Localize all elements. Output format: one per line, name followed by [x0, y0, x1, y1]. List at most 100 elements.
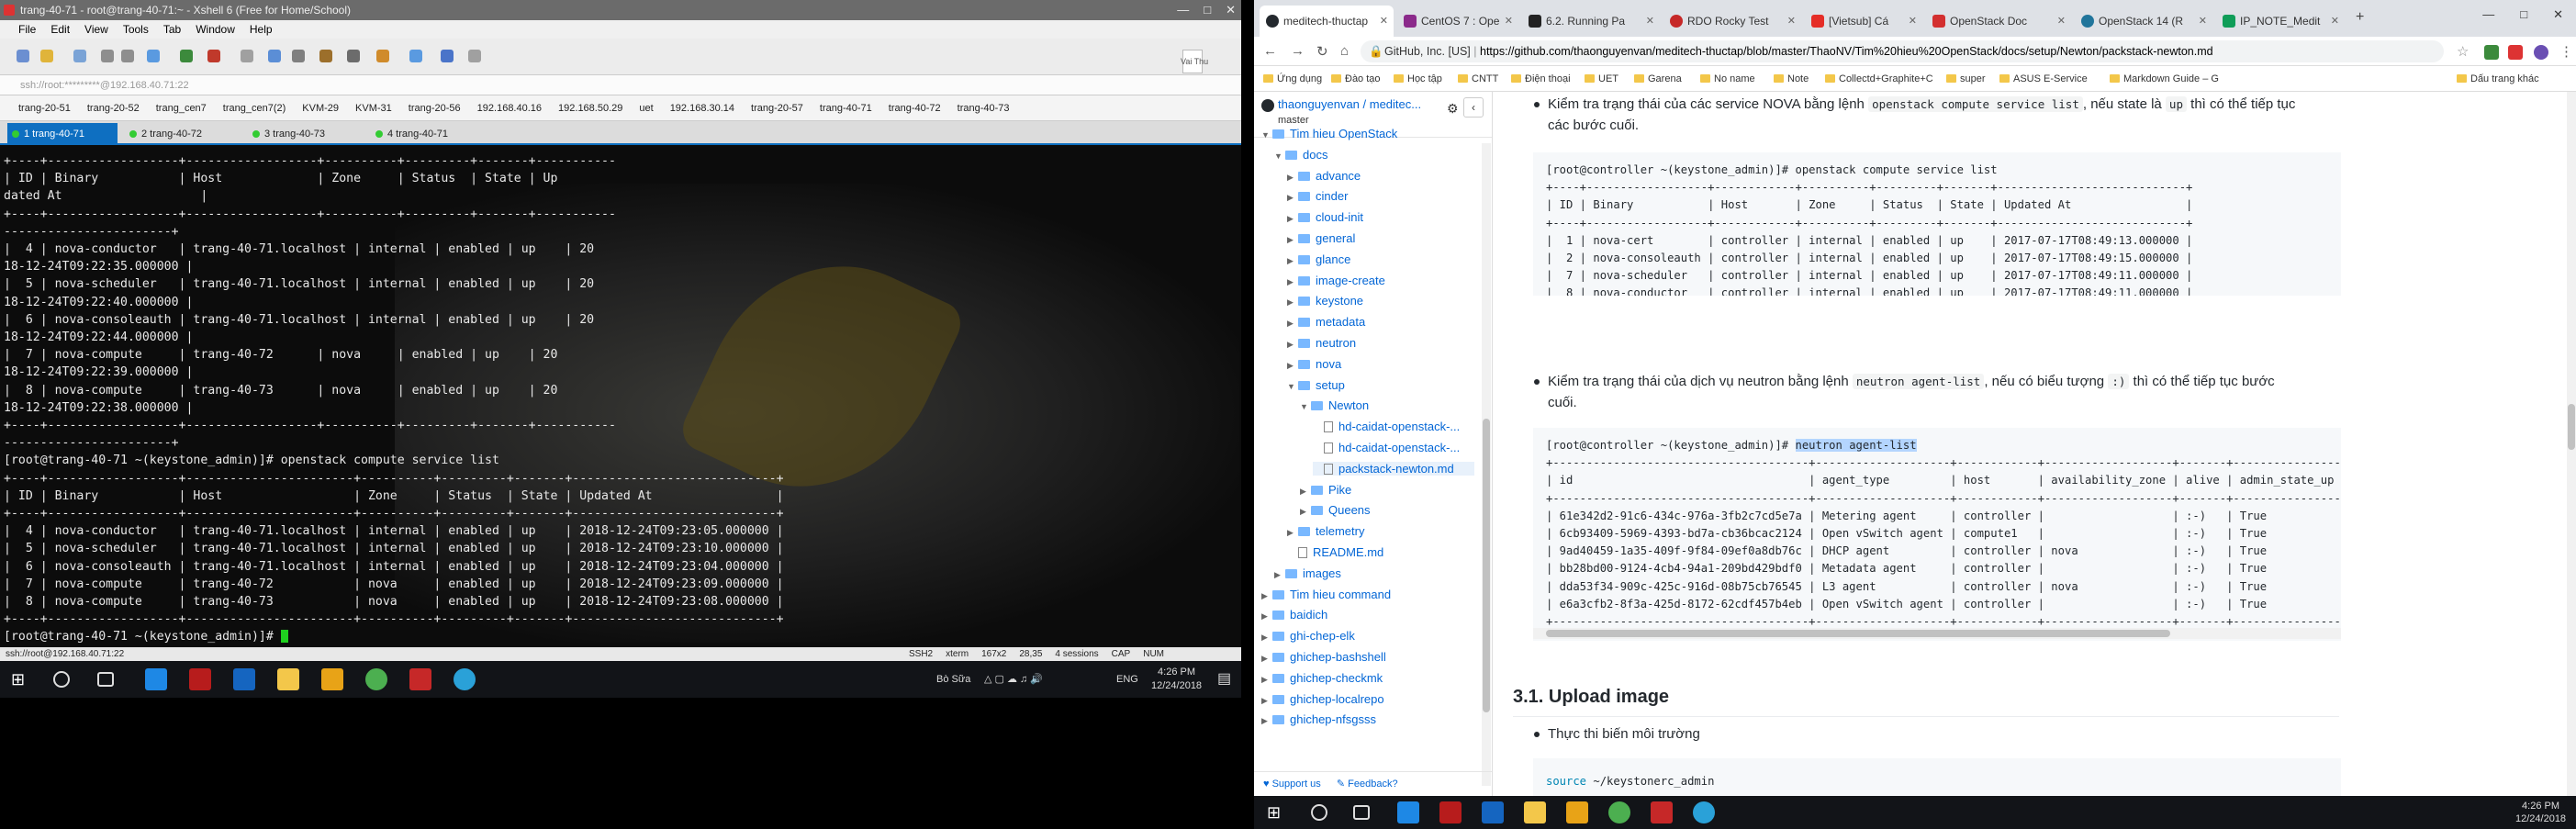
quick-link[interactable]: 192.168.30.14	[670, 95, 734, 120]
xshell-taskbar-icon[interactable]	[1439, 801, 1462, 823]
feedback-link[interactable]: Feedback?	[1348, 779, 1397, 790]
sublime-icon[interactable]	[1566, 801, 1588, 823]
session-tab-4[interactable]: 4 trang-40-71	[371, 123, 487, 145]
color-scheme-icon[interactable]	[207, 50, 220, 62]
terminal[interactable]: +----+------------------+---------------…	[0, 147, 1241, 647]
bookmark-item[interactable]: Ứng dụng	[1263, 66, 1322, 91]
clock[interactable]: 4:26 PM 12/24/2018	[1151, 661, 1202, 698]
menu-file[interactable]: File	[18, 20, 36, 39]
tab-close-icon[interactable]: ✕	[2331, 6, 2339, 37]
chrome-tab[interactable]: CentOS 7 : Ope ✕	[1397, 6, 1518, 37]
bookmark-item[interactable]: UET	[1585, 66, 1618, 91]
repo-name[interactable]: thaonguyenvan / meditec...	[1278, 97, 1421, 111]
menu-view[interactable]: View	[84, 20, 108, 39]
notification-icon[interactable]: ▤	[1217, 661, 1231, 698]
other-bookmarks[interactable]: Dấu trang khác	[2457, 66, 2539, 91]
xshell-title-bar[interactable]: trang-40-71 - root@trang-40-71:~ - Xshel…	[0, 0, 1241, 20]
tree-item[interactable]: hd-caidat-openstack-...	[1313, 420, 1474, 433]
chrome-tab-github[interactable]: meditech-thuctap ✕	[1260, 6, 1394, 37]
bookmark-item[interactable]: Note	[1774, 66, 1809, 91]
tree-item[interactable]: ▶ keystone	[1287, 294, 1474, 308]
profile-avatar[interactable]	[2534, 45, 2548, 60]
edge-icon[interactable]	[145, 668, 167, 690]
quick-link[interactable]: 192.168.40.16	[477, 95, 542, 120]
minimize-icon[interactable]: —	[2482, 7, 2494, 22]
bookmark-item[interactable]: Điện thoại	[1511, 66, 1571, 91]
telegram-icon[interactable]	[1693, 801, 1715, 823]
tab-close-icon[interactable]: ✕	[2199, 6, 2207, 37]
back-icon[interactable]: ←	[1263, 43, 1277, 59]
menu-tab[interactable]: Tab	[163, 20, 181, 39]
telegram-icon[interactable]	[454, 668, 476, 690]
quick-link[interactable]: uet	[639, 95, 653, 120]
paste-icon[interactable]	[121, 50, 134, 62]
home-icon[interactable]: ⌂	[1340, 43, 1349, 59]
tree-item[interactable]: ▶ ghichep-localrepo	[1261, 692, 1474, 706]
support-link[interactable]: Support us	[1272, 779, 1321, 790]
tree-item[interactable]: ▶ telemetry	[1287, 524, 1474, 538]
tree-item[interactable]: ▼ Tim hieu OpenStack	[1261, 127, 1474, 140]
tree-item[interactable]: ▼ Newton	[1300, 398, 1474, 412]
quick-link[interactable]: trang-40-71	[820, 95, 872, 120]
quick-link[interactable]: KVM-29	[302, 95, 339, 120]
tree-item[interactable]: ▶ neutron	[1287, 336, 1474, 350]
chrome-menu-icon[interactable]: ⋮	[2559, 43, 2573, 60]
language-indicator[interactable]: ENG	[1116, 661, 1138, 698]
task-view-icon[interactable]	[97, 672, 114, 687]
session-address-bar[interactable]: ssh://root:*********@192.168.40.71:22	[0, 75, 1241, 95]
maximize-icon[interactable]: □	[2520, 7, 2527, 22]
bookmark-item[interactable]: Garena	[1634, 66, 1682, 91]
tree-item[interactable]: ▶ Pike	[1300, 483, 1474, 497]
quick-link[interactable]: trang-20-57	[751, 95, 803, 120]
powershell-icon[interactable]	[233, 668, 255, 690]
bookmark-item[interactable]: Học tập	[1394, 66, 1442, 91]
menu-tools[interactable]: Tools	[123, 20, 149, 39]
tray-icons[interactable]: △ ▢ ☁ ♫ 🔊	[984, 661, 1043, 698]
transfer-icon[interactable]	[292, 50, 305, 62]
tree-item[interactable]: ▶ baidich	[1261, 608, 1474, 622]
close-icon[interactable]: ✕	[2553, 7, 2563, 22]
bookmark-item[interactable]: No name	[1700, 66, 1755, 91]
tree-item[interactable]: ▶ metadata	[1287, 315, 1474, 329]
sidebar-scrollbar[interactable]	[1482, 143, 1491, 786]
lock-icon[interactable]	[319, 50, 332, 62]
tree-item[interactable]: ▶ ghichep-nfsgsss	[1261, 712, 1474, 726]
tab-close-icon[interactable]: ✕	[1646, 6, 1654, 37]
tree-item[interactable]: ▶ cloud-init	[1287, 210, 1474, 224]
help-icon[interactable]	[441, 50, 454, 62]
bookmark-item[interactable]: ASUS E-Service	[1999, 66, 2088, 91]
windows-start-icon[interactable]: ⊞	[11, 668, 33, 690]
bookmark-item[interactable]: Markdown Guide – G	[2110, 66, 2219, 91]
tab-close-icon[interactable]: ✕	[1380, 6, 1388, 37]
tree-item[interactable]: ▶ ghichep-checkmk	[1261, 671, 1474, 685]
globe-icon[interactable]	[180, 50, 193, 62]
tab-close-icon[interactable]: ✕	[1505, 6, 1513, 37]
tab-close-icon[interactable]: ✕	[1909, 6, 1917, 37]
copy-icon[interactable]	[101, 50, 114, 62]
tree-item[interactable]: ▶ nova	[1287, 357, 1474, 371]
chrome-tab[interactable]: OpenStack 14 (R ✕	[2075, 6, 2212, 37]
file-explorer-icon[interactable]	[1524, 801, 1546, 823]
task-view-icon[interactable]	[1353, 805, 1370, 820]
settings-gear-icon[interactable]: ⚙	[1447, 101, 1459, 117]
quick-link[interactable]: trang-40-72	[889, 95, 941, 120]
new-session-icon[interactable]	[17, 50, 29, 62]
bookmark-item[interactable]: super	[1946, 66, 1986, 91]
extension-icon[interactable]	[2484, 45, 2499, 60]
connect-icon[interactable]	[73, 50, 86, 62]
code-hscroll-thumb[interactable]	[1546, 630, 2170, 637]
tree-item[interactable]: ▼ setup	[1287, 378, 1474, 392]
sidebar-scroll-thumb[interactable]	[1483, 419, 1490, 712]
tree-item[interactable]: ▶ ghi-chep-elk	[1261, 629, 1474, 643]
bookmark-item[interactable]: CNTT	[1458, 66, 1498, 91]
quick-link[interactable]: trang-20-56	[409, 95, 461, 120]
tree-item[interactable]: ▶ ghichep-bashshell	[1261, 650, 1474, 664]
chrome-tab[interactable]: OpenStack Doc ✕	[1926, 6, 2071, 37]
url-bar[interactable]: 🔒 GitHub, Inc. [US] | https://github.com…	[1361, 40, 2444, 62]
quick-link[interactable]: trang-20-52	[87, 95, 140, 120]
quick-link[interactable]: trang_cen7(2)	[223, 95, 286, 120]
session-tab-2[interactable]: 2 trang-40-72	[125, 123, 241, 145]
tree-item[interactable]: ▶ Queens	[1300, 503, 1474, 517]
sublime-icon[interactable]	[321, 668, 343, 690]
tab-close-icon[interactable]: ✕	[1787, 6, 1796, 37]
